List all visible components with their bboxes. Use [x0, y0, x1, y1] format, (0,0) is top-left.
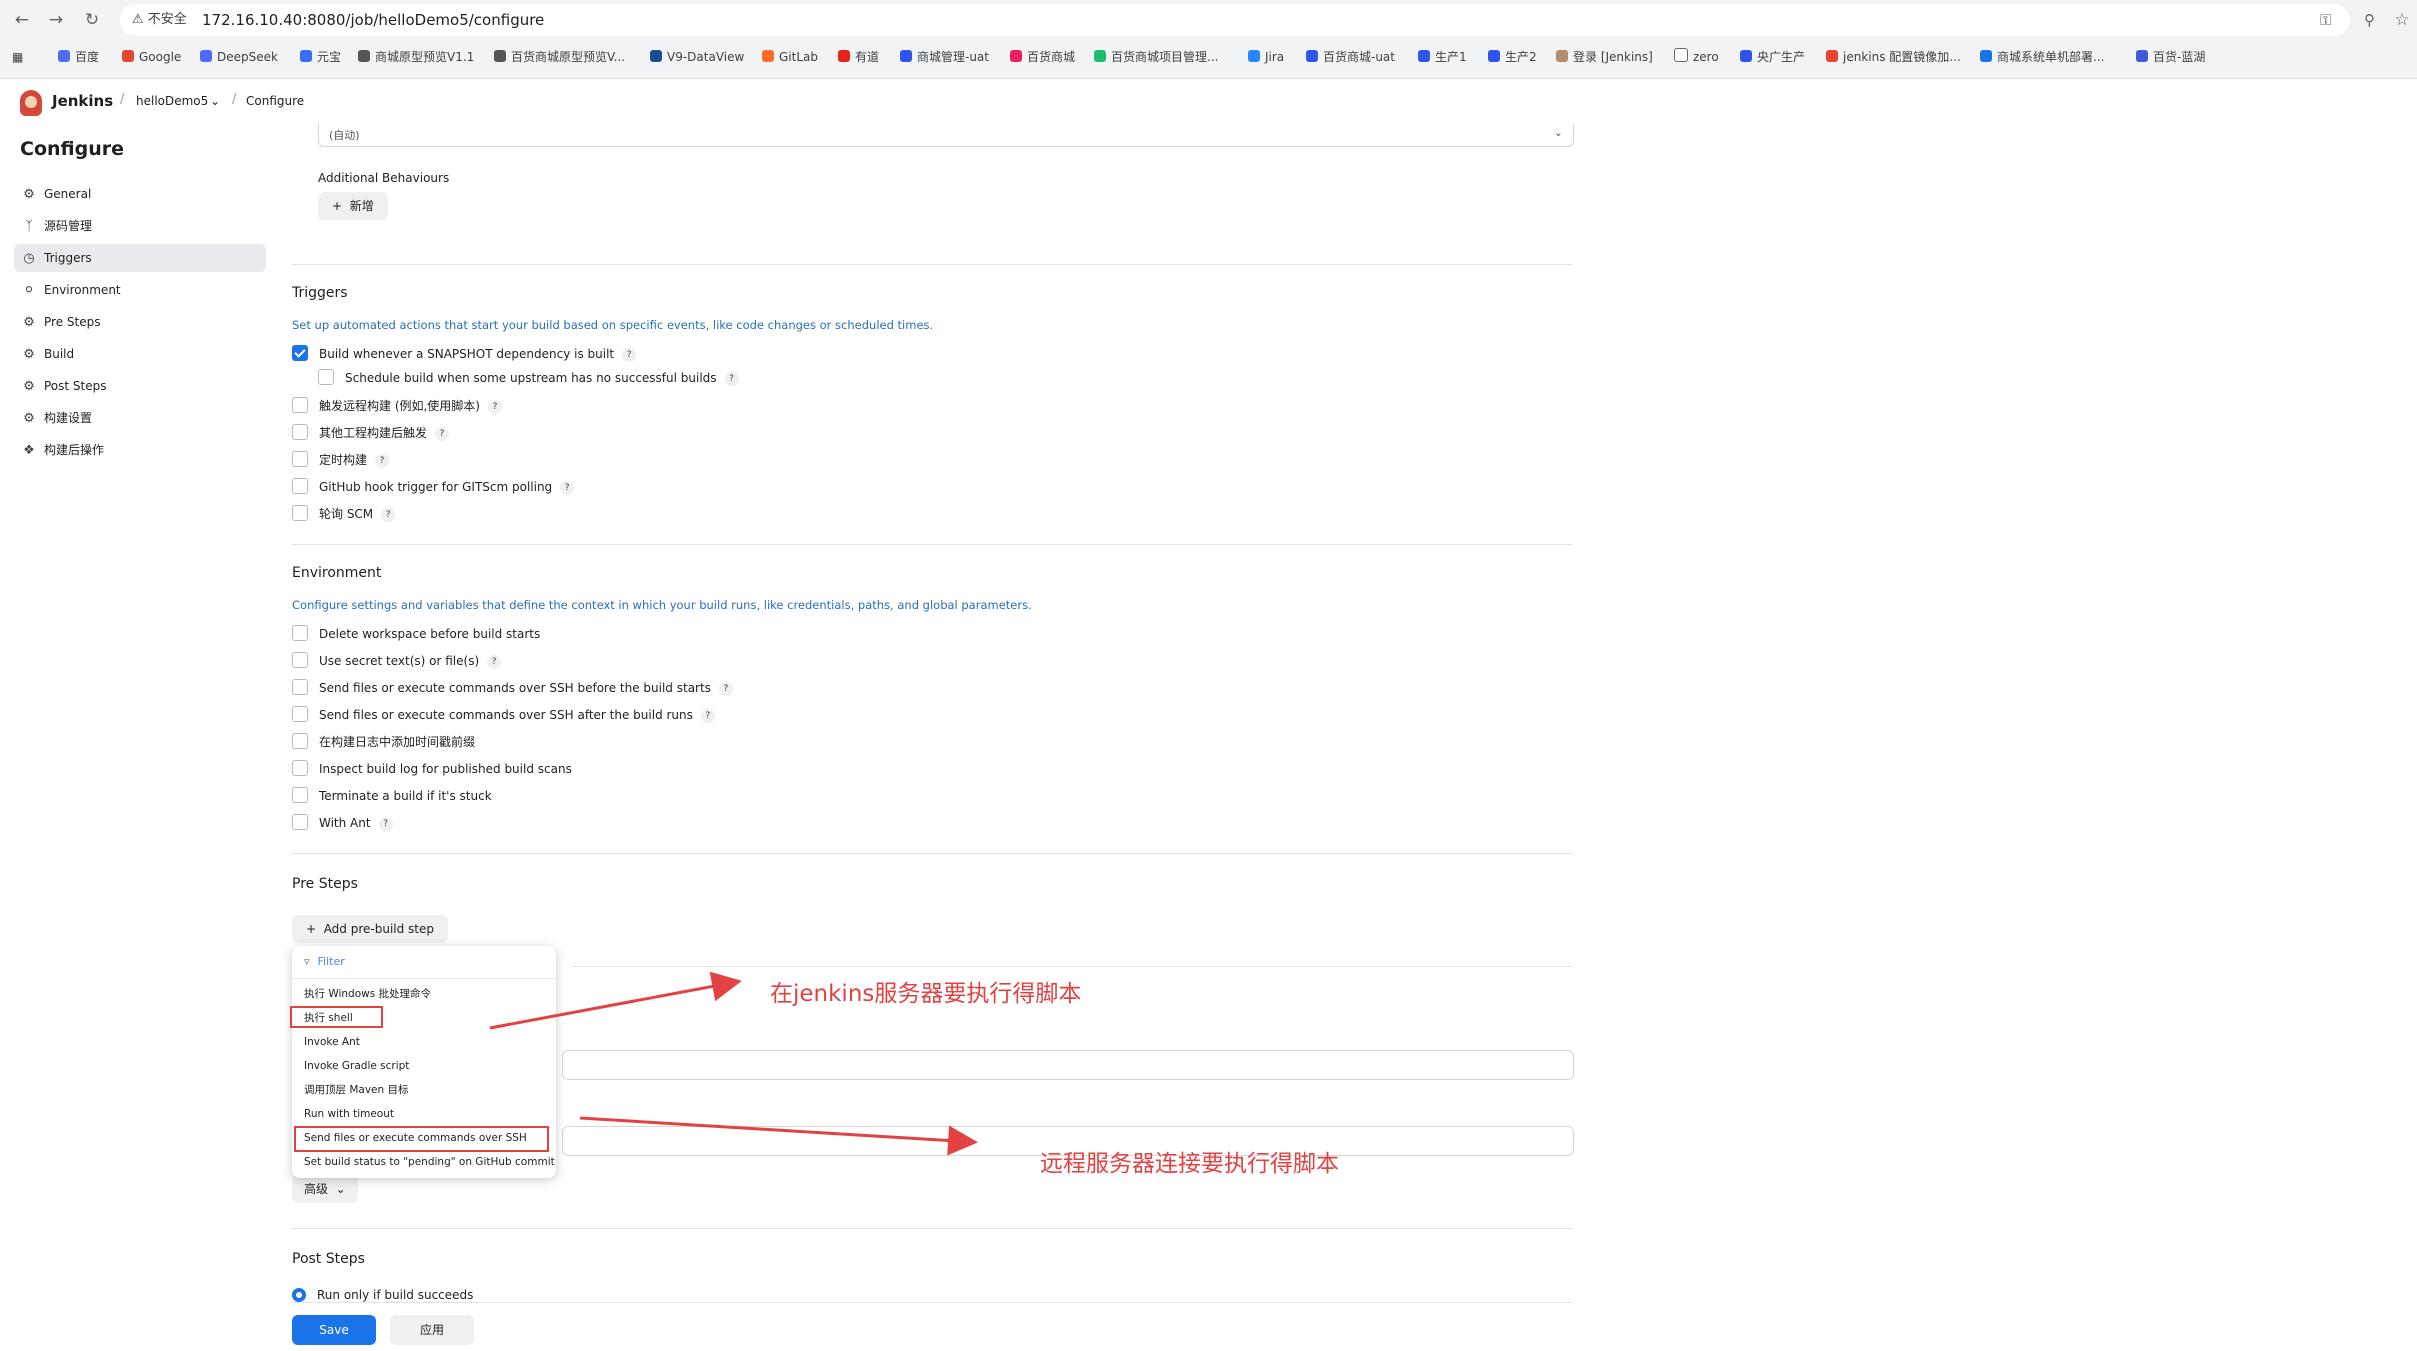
annotation-ssh: 远程服务器连接要执行得脚本	[1040, 1151, 1339, 1177]
arrow-to-shell-note	[489, 971, 742, 1030]
arrow-to-ssh-note	[579, 1116, 978, 1156]
annotation-shell: 在jenkins服务器要执行得脚本	[770, 981, 1082, 1007]
